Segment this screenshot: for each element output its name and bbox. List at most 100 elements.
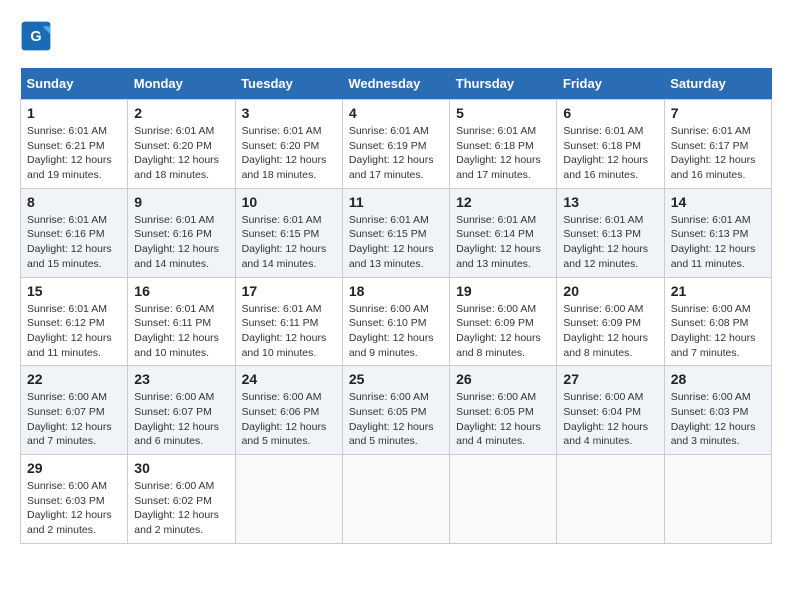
- day-info: Sunrise: 6:00 AM Sunset: 6:05 PM Dayligh…: [349, 390, 443, 449]
- day-info: Sunrise: 6:00 AM Sunset: 6:03 PM Dayligh…: [27, 479, 121, 538]
- calendar-cell: 26 Sunrise: 6:00 AM Sunset: 6:05 PM Dayli…: [450, 366, 557, 455]
- day-number: 12: [456, 194, 550, 210]
- calendar-cell: 16 Sunrise: 6:01 AM Sunset: 6:11 PM Dayli…: [128, 277, 235, 366]
- calendar-cell: 17 Sunrise: 6:01 AM Sunset: 6:11 PM Dayli…: [235, 277, 342, 366]
- day-info: Sunrise: 6:01 AM Sunset: 6:11 PM Dayligh…: [242, 302, 336, 361]
- day-number: 29: [27, 460, 121, 476]
- calendar-cell: 1 Sunrise: 6:01 AM Sunset: 6:21 PM Daylig…: [21, 100, 128, 189]
- calendar-cell: 2 Sunrise: 6:01 AM Sunset: 6:20 PM Daylig…: [128, 100, 235, 189]
- calendar-cell: 29 Sunrise: 6:00 AM Sunset: 6:03 PM Dayli…: [21, 455, 128, 544]
- calendar-cell: 8 Sunrise: 6:01 AM Sunset: 6:16 PM Daylig…: [21, 188, 128, 277]
- day-number: 8: [27, 194, 121, 210]
- calendar-cell: 21 Sunrise: 6:00 AM Sunset: 6:08 PM Dayli…: [664, 277, 771, 366]
- day-info: Sunrise: 6:01 AM Sunset: 6:15 PM Dayligh…: [242, 213, 336, 272]
- day-number: 7: [671, 105, 765, 121]
- calendar-cell: 7 Sunrise: 6:01 AM Sunset: 6:17 PM Daylig…: [664, 100, 771, 189]
- calendar-cell: 30 Sunrise: 6:00 AM Sunset: 6:02 PM Dayli…: [128, 455, 235, 544]
- calendar-cell: 20Sunrise: 6:00 AM Sunset: 6:09 PM Dayli…: [557, 277, 664, 366]
- calendar-cell: [557, 455, 664, 544]
- calendar-cell: 5 Sunrise: 6:01 AM Sunset: 6:18 PM Daylig…: [450, 100, 557, 189]
- day-info: Sunrise: 6:00 AM Sunset: 6:04 PM Dayligh…: [563, 390, 657, 449]
- calendar-cell: 25 Sunrise: 6:00 AM Sunset: 6:05 PM Dayli…: [342, 366, 449, 455]
- calendar-cell: 24 Sunrise: 6:00 AM Sunset: 6:06 PM Dayli…: [235, 366, 342, 455]
- day-info: Sunrise: 6:00 AM Sunset: 6:08 PM Dayligh…: [671, 302, 765, 361]
- day-info: Sunrise: 6:00 AM Sunset: 6:05 PM Dayligh…: [456, 390, 550, 449]
- day-number: 24: [242, 371, 336, 387]
- day-info: Sunrise: 6:00 AM Sunset: 6:02 PM Dayligh…: [134, 479, 228, 538]
- day-info: Sunrise: 6:01 AM Sunset: 6:16 PM Dayligh…: [27, 213, 121, 272]
- day-info: Sunrise: 6:01 AM Sunset: 6:18 PM Dayligh…: [563, 124, 657, 183]
- calendar-week-4: 22Sunrise: 6:00 AM Sunset: 6:07 PM Dayli…: [21, 366, 772, 455]
- day-number: 28: [671, 371, 765, 387]
- day-number: 3: [242, 105, 336, 121]
- day-number: 17: [242, 283, 336, 299]
- day-number: 27: [563, 371, 657, 387]
- day-number: 18: [349, 283, 443, 299]
- calendar-cell: [664, 455, 771, 544]
- day-info: Sunrise: 6:01 AM Sunset: 6:13 PM Dayligh…: [671, 213, 765, 272]
- calendar-week-5: 29 Sunrise: 6:00 AM Sunset: 6:03 PM Dayli…: [21, 455, 772, 544]
- day-number: 2: [134, 105, 228, 121]
- day-number: 11: [349, 194, 443, 210]
- calendar-cell: [342, 455, 449, 544]
- day-number: 4: [349, 105, 443, 121]
- day-number: 1: [27, 105, 121, 121]
- calendar-cell: 19 Sunrise: 6:00 AM Sunset: 6:09 PM Dayli…: [450, 277, 557, 366]
- day-number: 5: [456, 105, 550, 121]
- day-number: 16: [134, 283, 228, 299]
- day-header-thursday: Thursday: [450, 68, 557, 100]
- logo-icon: G: [20, 20, 52, 52]
- day-number: 26: [456, 371, 550, 387]
- day-number: 19: [456, 283, 550, 299]
- day-info: Sunrise: 6:01 AM Sunset: 6:17 PM Dayligh…: [671, 124, 765, 183]
- day-info: Sunrise: 6:01 AM Sunset: 6:13 PM Dayligh…: [563, 213, 657, 272]
- day-header-sunday: Sunday: [21, 68, 128, 100]
- calendar-table: SundayMondayTuesdayWednesdayThursdayFrid…: [20, 68, 772, 544]
- day-info: Sunrise: 6:01 AM Sunset: 6:20 PM Dayligh…: [242, 124, 336, 183]
- logo: G: [20, 20, 58, 52]
- calendar-cell: 9Sunrise: 6:01 AM Sunset: 6:16 PM Daylig…: [128, 188, 235, 277]
- calendar-header-row: SundayMondayTuesdayWednesdayThursdayFrid…: [21, 68, 772, 100]
- day-number: 14: [671, 194, 765, 210]
- day-info: Sunrise: 6:01 AM Sunset: 6:12 PM Dayligh…: [27, 302, 121, 361]
- calendar-week-3: 15 Sunrise: 6:01 AM Sunset: 6:12 PM Dayli…: [21, 277, 772, 366]
- calendar-cell: [235, 455, 342, 544]
- day-info: Sunrise: 6:00 AM Sunset: 6:10 PM Dayligh…: [349, 302, 443, 361]
- calendar-cell: 3 Sunrise: 6:01 AM Sunset: 6:20 PM Daylig…: [235, 100, 342, 189]
- day-number: 13: [563, 194, 657, 210]
- day-info: Sunrise: 6:00 AM Sunset: 6:07 PM Dayligh…: [134, 390, 228, 449]
- calendar-cell: 15 Sunrise: 6:01 AM Sunset: 6:12 PM Dayli…: [21, 277, 128, 366]
- day-header-monday: Monday: [128, 68, 235, 100]
- day-info: Sunrise: 6:01 AM Sunset: 6:11 PM Dayligh…: [134, 302, 228, 361]
- day-number: 15: [27, 283, 121, 299]
- day-info: Sunrise: 6:00 AM Sunset: 6:09 PM Dayligh…: [456, 302, 550, 361]
- day-info: Sunrise: 6:00 AM Sunset: 6:03 PM Dayligh…: [671, 390, 765, 449]
- day-info: Sunrise: 6:01 AM Sunset: 6:15 PM Dayligh…: [349, 213, 443, 272]
- day-number: 9: [134, 194, 228, 210]
- day-info: Sunrise: 6:00 AM Sunset: 6:06 PM Dayligh…: [242, 390, 336, 449]
- day-number: 20: [563, 283, 657, 299]
- calendar-cell: 4 Sunrise: 6:01 AM Sunset: 6:19 PM Daylig…: [342, 100, 449, 189]
- day-info: Sunrise: 6:01 AM Sunset: 6:21 PM Dayligh…: [27, 124, 121, 183]
- day-header-wednesday: Wednesday: [342, 68, 449, 100]
- day-number: 6: [563, 105, 657, 121]
- calendar-cell: 23Sunrise: 6:00 AM Sunset: 6:07 PM Dayli…: [128, 366, 235, 455]
- calendar-cell: 18 Sunrise: 6:00 AM Sunset: 6:10 PM Dayli…: [342, 277, 449, 366]
- calendar-cell: 14 Sunrise: 6:01 AM Sunset: 6:13 PM Dayli…: [664, 188, 771, 277]
- day-info: Sunrise: 6:00 AM Sunset: 6:07 PM Dayligh…: [27, 390, 121, 449]
- day-header-saturday: Saturday: [664, 68, 771, 100]
- day-info: Sunrise: 6:01 AM Sunset: 6:19 PM Dayligh…: [349, 124, 443, 183]
- calendar-week-1: 1 Sunrise: 6:01 AM Sunset: 6:21 PM Daylig…: [21, 100, 772, 189]
- day-number: 25: [349, 371, 443, 387]
- day-number: 21: [671, 283, 765, 299]
- calendar-week-2: 8 Sunrise: 6:01 AM Sunset: 6:16 PM Daylig…: [21, 188, 772, 277]
- calendar-cell: 6 Sunrise: 6:01 AM Sunset: 6:18 PM Daylig…: [557, 100, 664, 189]
- svg-text:G: G: [30, 29, 41, 45]
- day-number: 30: [134, 460, 228, 476]
- calendar-cell: 12Sunrise: 6:01 AM Sunset: 6:14 PM Dayli…: [450, 188, 557, 277]
- day-header-tuesday: Tuesday: [235, 68, 342, 100]
- day-info: Sunrise: 6:01 AM Sunset: 6:20 PM Dayligh…: [134, 124, 228, 183]
- day-info: Sunrise: 6:01 AM Sunset: 6:18 PM Dayligh…: [456, 124, 550, 183]
- calendar-cell: 27 Sunrise: 6:00 AM Sunset: 6:04 PM Dayli…: [557, 366, 664, 455]
- calendar-cell: 22Sunrise: 6:00 AM Sunset: 6:07 PM Dayli…: [21, 366, 128, 455]
